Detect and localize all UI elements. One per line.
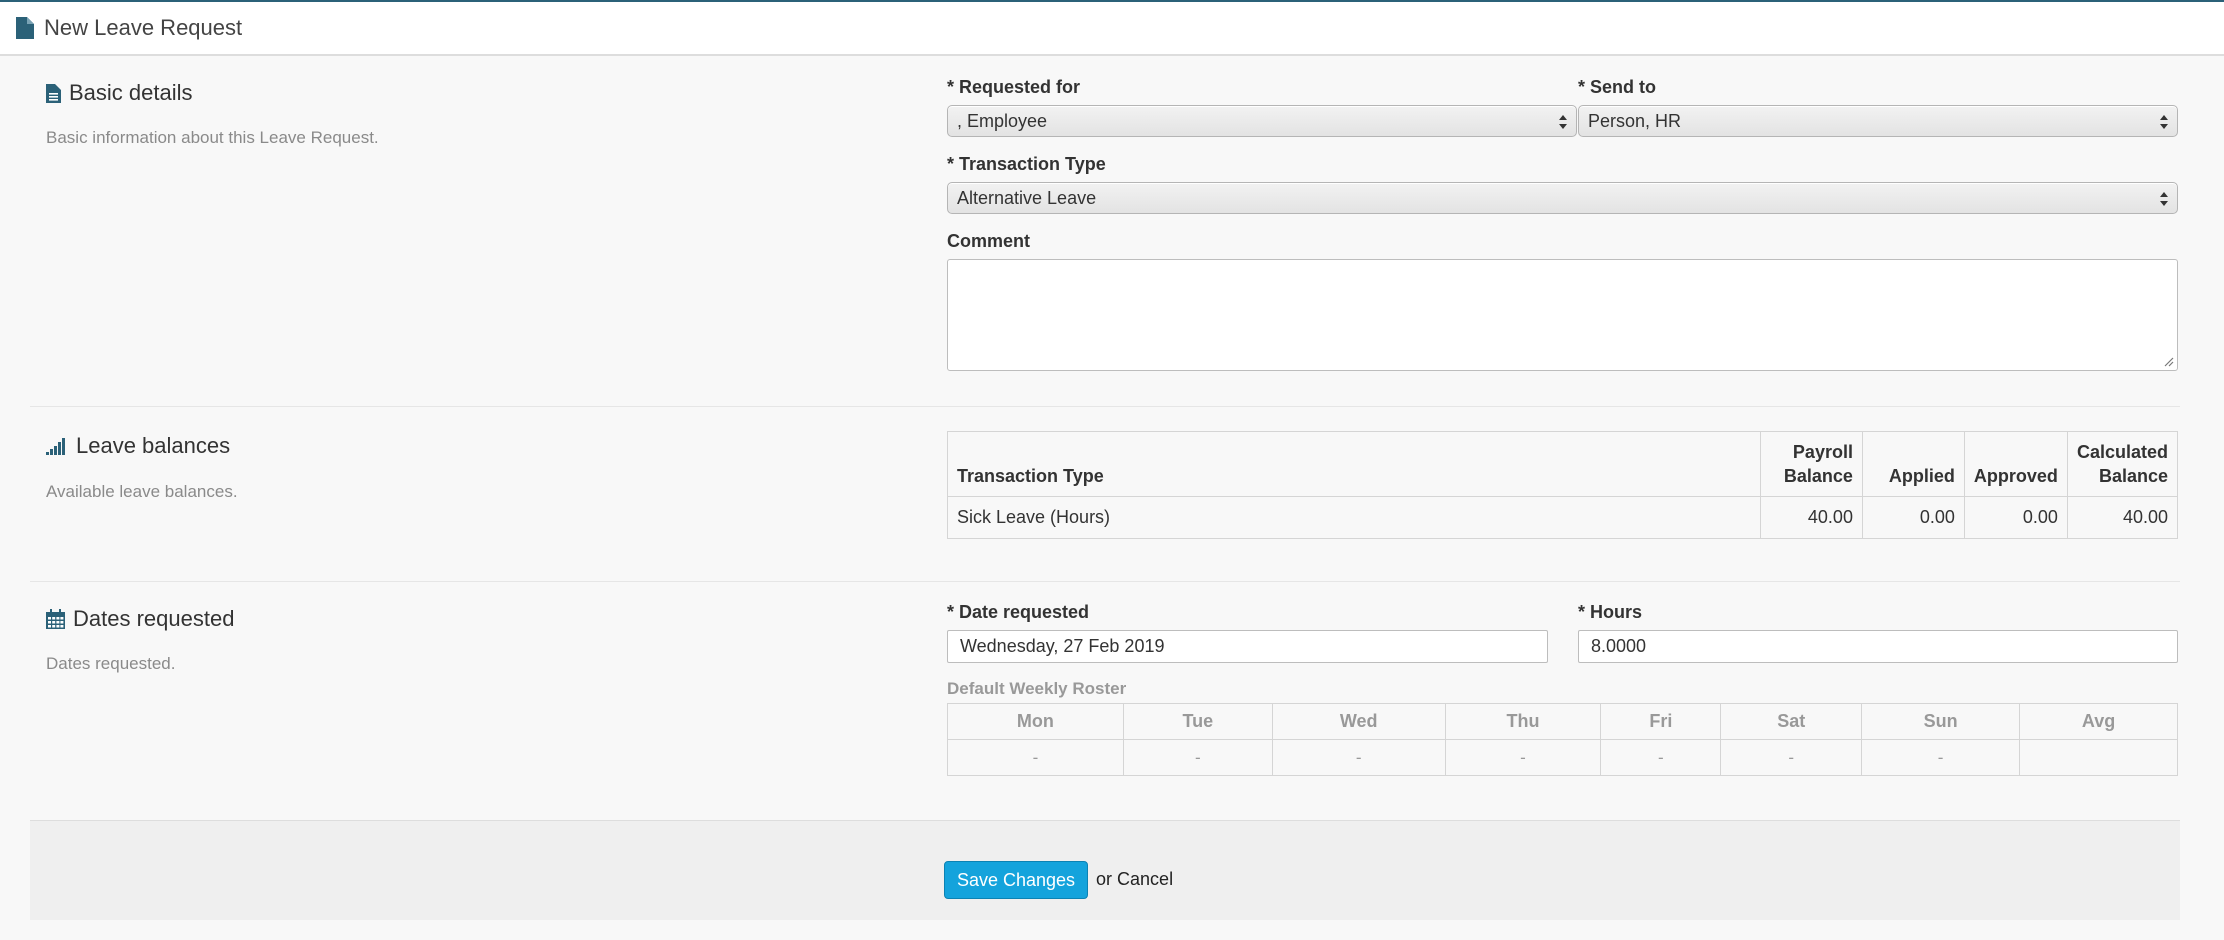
leave-balances-heading: Leave balances	[46, 433, 230, 459]
roster-value: -	[947, 739, 1124, 776]
section-description: Basic information about this Leave Reque…	[46, 128, 379, 147]
requested-for-label: * Requested for	[947, 77, 1081, 97]
cancel-group: or Cancel	[1096, 869, 1173, 890]
calendar-icon	[46, 609, 65, 629]
roster-day-header: Avg	[2019, 703, 2178, 740]
roster-value: -	[1444, 739, 1602, 776]
save-changes-button[interactable]: Save Changes	[944, 861, 1088, 899]
transaction-type-label: * Transaction Type	[947, 154, 1106, 174]
roster-value	[2019, 739, 2178, 776]
roster-day-header: Thu	[1444, 703, 1602, 740]
select-arrows-icon	[2160, 115, 2168, 129]
roster-value: -	[1600, 739, 1722, 776]
column-header: Transaction Type	[947, 431, 1761, 497]
column-header: Payroll Balance	[1759, 431, 1863, 497]
signal-bars-icon	[46, 438, 65, 455]
leave-request-form: Basic details Basic information about th…	[0, 56, 2224, 940]
page-title: New Leave Request	[44, 15, 243, 40]
select-arrows-icon	[2160, 192, 2168, 206]
hours-input[interactable]: 8.0000	[1578, 630, 2178, 663]
section-title: Leave balances	[76, 433, 231, 458]
cell-approved: 0.00	[1963, 496, 2068, 539]
cell-payroll-balance: 40.00	[1759, 496, 1863, 539]
roster-values-row: - - - - - - -	[947, 739, 2178, 776]
cell-calculated-balance: 40.00	[2066, 496, 2179, 539]
table-header-row: Transaction Type Payroll Balance Applied …	[947, 431, 2179, 497]
roster-label: Default Weekly Roster	[947, 679, 1127, 698]
leave-balances-section: Leave balances Available leave balances.…	[30, 406, 2180, 581]
roster-value: -	[1271, 739, 1446, 776]
page-header: New Leave Request	[0, 2, 2224, 56]
section-title: Dates requested	[73, 606, 235, 631]
roster-value: -	[1861, 739, 2021, 776]
select-arrows-icon	[1559, 115, 1567, 129]
hours-label: * Hours	[1578, 602, 1643, 622]
cancel-link[interactable]: Cancel	[1117, 869, 1173, 889]
form-actions-bar: Save Changes or Cancel	[30, 820, 2180, 920]
file-text-icon	[46, 83, 61, 103]
section-description: Dates requested.	[46, 654, 176, 673]
section-description: Available leave balances.	[46, 482, 238, 501]
comment-textarea[interactable]	[947, 259, 2178, 371]
column-header: Applied	[1861, 431, 1965, 497]
roster-value: -	[1720, 739, 1863, 776]
roster-day-header: Mon	[947, 703, 1124, 740]
dates-requested-section: Dates requested Dates requested. * Date …	[30, 581, 2180, 821]
roster-day-header: Wed	[1271, 703, 1446, 740]
resize-grip-icon[interactable]	[2162, 355, 2174, 367]
table-row: Sick Leave (Hours) 40.00 0.00 0.00 40.00	[947, 496, 2179, 539]
cell-applied: 0.00	[1861, 496, 1965, 539]
cell-transaction-type: Sick Leave (Hours)	[947, 496, 1761, 539]
roster-day-header: Sat	[1720, 703, 1863, 740]
send-to-label: * Send to	[1578, 77, 1657, 97]
dates-requested-heading: Dates requested	[46, 606, 234, 632]
send-to-select[interactable]: Person, HR	[1578, 105, 2178, 137]
transaction-type-select[interactable]: Alternative Leave	[947, 182, 2178, 214]
roster-day-header: Sun	[1861, 703, 2021, 740]
roster-day-header: Fri	[1600, 703, 1722, 740]
or-text: or	[1096, 869, 1113, 889]
roster-value: -	[1122, 739, 1273, 776]
weekly-roster-table: Mon Tue Wed Thu Fri Sat Sun Avg - - - - …	[947, 703, 2178, 776]
document-icon	[16, 17, 34, 39]
basic-details-heading: Basic details	[46, 80, 193, 106]
date-requested-label: * Date requested	[947, 602, 1090, 622]
basic-details-section: Basic details Basic information about th…	[30, 56, 2180, 406]
date-requested-input[interactable]: Wednesday, 27 Feb 2019	[947, 630, 1548, 663]
leave-balances-table: Transaction Type Payroll Balance Applied …	[947, 431, 2179, 539]
column-header: Calculated Balance	[2066, 431, 2179, 497]
requested-for-select[interactable]: , Employee	[947, 105, 1577, 137]
column-header: Approved	[1963, 431, 2068, 497]
comment-label: Comment	[947, 231, 1031, 251]
roster-header-row: Mon Tue Wed Thu Fri Sat Sun Avg	[947, 703, 2178, 740]
section-title: Basic details	[69, 80, 193, 105]
roster-day-header: Tue	[1122, 703, 1273, 740]
